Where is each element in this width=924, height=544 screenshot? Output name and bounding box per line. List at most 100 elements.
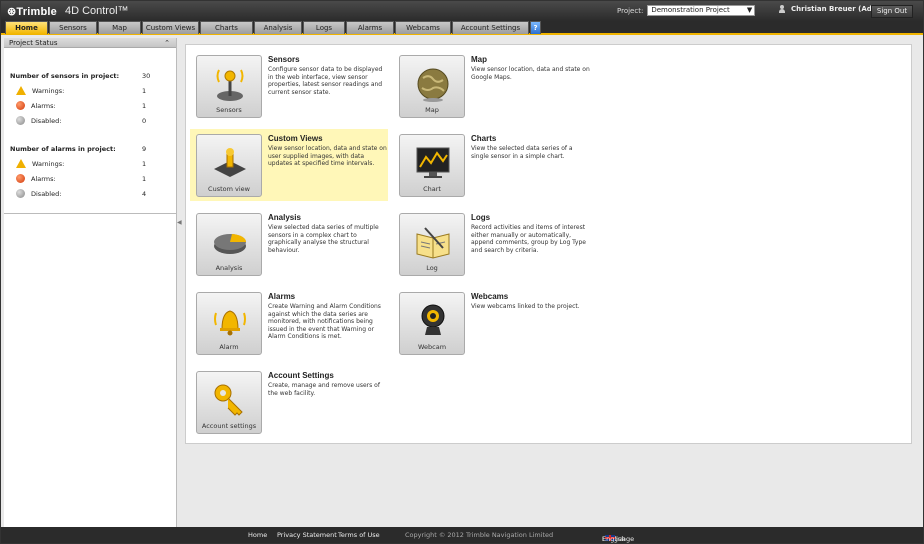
sensor-count-row: Number of sensors in project: 30 <box>10 68 170 83</box>
chart-tile[interactable]: Chart <box>399 134 465 197</box>
account-settings-description: Create, manage and remove users of the w… <box>268 382 380 397</box>
collapse-up-icon[interactable]: ⌃ <box>164 38 170 48</box>
analysis-title[interactable]: Analysis <box>268 213 301 222</box>
card-webcams[interactable]: Webcam Webcams View webcams linked to th… <box>393 287 591 359</box>
sensor-alarms-value: 1 <box>142 101 147 110</box>
sensor-alarms-row: Alarms: 1 <box>10 98 170 113</box>
webcam-tile-caption: Webcam <box>417 343 447 351</box>
tab-webcams[interactable]: Webcams <box>395 21 451 34</box>
custom-views-description: View sensor location, data and state on … <box>268 145 387 168</box>
main-nav: Home Sensors Map Custom Views Charts Ana… <box>1 21 923 35</box>
collapse-left-icon[interactable]: ◀ <box>177 219 182 226</box>
alarm-alarms-row: Alarms: 1 <box>10 171 170 186</box>
sensor-warnings-row: Warnings: 1 <box>10 83 170 98</box>
webcams-title[interactable]: Webcams <box>471 292 508 301</box>
project-status-panel: Project Status ⌃ Number of sensors in pr… <box>4 38 177 527</box>
sensor-stats: Number of sensors in project: 30 Warning… <box>4 48 176 128</box>
footer-copyright: Copyright © 2012 Trimble Navigation Limi… <box>405 531 554 539</box>
chart-tile-caption: Chart <box>423 185 441 193</box>
tab-charts[interactable]: Charts <box>200 21 253 34</box>
logo: ⊛Trimble 4D Control™ <box>1 5 129 18</box>
tab-logs[interactable]: Logs <box>303 21 345 34</box>
map-title[interactable]: Map <box>471 55 487 64</box>
project-select[interactable]: Demonstration Project ▼ <box>647 5 756 16</box>
alarm-warnings-row: Warnings: 1 <box>10 156 170 171</box>
alarm-alarms-value: 1 <box>142 174 147 183</box>
sign-out-button[interactable]: Sign Out <box>871 5 913 18</box>
tab-account-settings[interactable]: Account Settings <box>452 21 529 34</box>
home-dashboard: Sensors Sensors Configure sensor data to… <box>185 44 912 444</box>
key-icon <box>214 384 243 416</box>
sensor-warnings-value: 1 <box>142 86 147 95</box>
card-analysis[interactable]: Analysis Analysis View selected data ser… <box>190 208 388 280</box>
card-logs[interactable]: Log Logs Record activities and items of … <box>393 208 591 280</box>
custom-views-title[interactable]: Custom Views <box>268 134 323 143</box>
globe-icon <box>417 68 449 102</box>
panel-title: Project Status <box>9 39 58 47</box>
tab-sensors[interactable]: Sensors <box>49 21 97 34</box>
log-tile[interactable]: Log <box>399 213 465 276</box>
tab-home[interactable]: Home <box>5 21 48 34</box>
alarm-tile[interactable]: Alarm <box>196 292 262 355</box>
custom-view-tile[interactable]: Custom view <box>196 134 262 197</box>
help-icon[interactable]: ? <box>530 21 541 34</box>
sensors-title[interactable]: Sensors <box>268 55 300 64</box>
alarm-warnings-label: Warnings: <box>32 159 65 168</box>
warning-icon <box>16 86 26 95</box>
footer-terms-link[interactable]: Terms of Use <box>338 531 380 539</box>
bell-icon <box>214 310 246 336</box>
account-settings-tile[interactable]: Account settings <box>196 371 262 434</box>
alarms-title[interactable]: Alarms <box>268 292 295 301</box>
card-account-settings[interactable]: Account settings Account Settings Create… <box>190 366 388 438</box>
alarm-count-value: 9 <box>142 144 147 153</box>
logs-description: Record activities and items of interest … <box>471 224 586 254</box>
tab-map[interactable]: Map <box>98 21 141 34</box>
sensors-tile[interactable]: Sensors <box>196 55 262 118</box>
sensor-count-value: 30 <box>142 71 151 80</box>
app-window: ⊛Trimble 4D Control™ Project: Demonstrat… <box>0 0 924 544</box>
tab-custom-views[interactable]: Custom Views <box>142 21 199 34</box>
alarm-disabled-value: 4 <box>142 189 147 198</box>
user-icon <box>779 5 785 13</box>
sensor-warnings-label: Warnings: <box>32 86 65 95</box>
top-bar: ⊛Trimble 4D Control™ Project: Demonstrat… <box>1 1 923 21</box>
map-description: View sensor location, data and state on … <box>471 66 590 81</box>
account-settings-tile-caption: Account settings <box>201 422 257 430</box>
map-tile-caption: Map <box>425 106 439 114</box>
tab-analysis[interactable]: Analysis <box>254 21 302 34</box>
log-tile-caption: Log <box>426 264 438 272</box>
analysis-description: View selected data series of multiple se… <box>268 224 379 254</box>
analysis-tile-caption: Analysis <box>215 264 243 272</box>
webcams-description: View webcams linked to the project. <box>471 303 580 310</box>
card-map[interactable]: Map Map View sensor location, data and s… <box>393 50 591 122</box>
card-charts[interactable]: Chart Charts View the selected data seri… <box>393 129 591 201</box>
alarm-count-row: Number of alarms in project: 9 <box>10 141 170 156</box>
tab-alarms[interactable]: Alarms <box>346 21 394 34</box>
log-book-icon <box>416 227 450 259</box>
analysis-tile[interactable]: Analysis <box>196 213 262 276</box>
card-alarms[interactable]: Alarm Alarms Create Warning and Alarm Co… <box>190 287 388 359</box>
disabled-icon <box>16 189 25 198</box>
webcam-tile[interactable]: Webcam <box>399 292 465 355</box>
sensor-disabled-row: Disabled: 0 <box>10 113 170 128</box>
alarm-icon <box>16 174 25 183</box>
alarm-icon <box>16 101 25 110</box>
pie-chart-icon <box>214 234 247 254</box>
product-name: 4D Control™ <box>64 5 129 17</box>
footer-privacy-link[interactable]: Privacy Statement <box>277 531 337 539</box>
alarm-tile-caption: Alarm <box>219 343 239 351</box>
alarm-disabled-label: Disabled: <box>31 189 62 198</box>
account-settings-title[interactable]: Account Settings <box>268 371 334 380</box>
logs-title[interactable]: Logs <box>471 213 490 222</box>
sensor-disabled-label: Disabled: <box>31 116 62 125</box>
alarm-warnings-value: 1 <box>142 159 147 168</box>
charts-title[interactable]: Charts <box>471 134 496 143</box>
sensor-icon <box>216 69 244 101</box>
footer: Home Privacy Statement Terms of Use Copy… <box>1 527 923 543</box>
map-tile[interactable]: Map <box>399 55 465 118</box>
sensor-count-label: Number of sensors in project: <box>10 71 120 80</box>
card-sensors[interactable]: Sensors Sensors Configure sensor data to… <box>190 50 388 122</box>
project-label: Project: <box>617 6 644 15</box>
card-custom-views[interactable]: Custom view Custom Views View sensor loc… <box>190 129 388 201</box>
footer-home-link[interactable]: Home <box>248 531 267 539</box>
